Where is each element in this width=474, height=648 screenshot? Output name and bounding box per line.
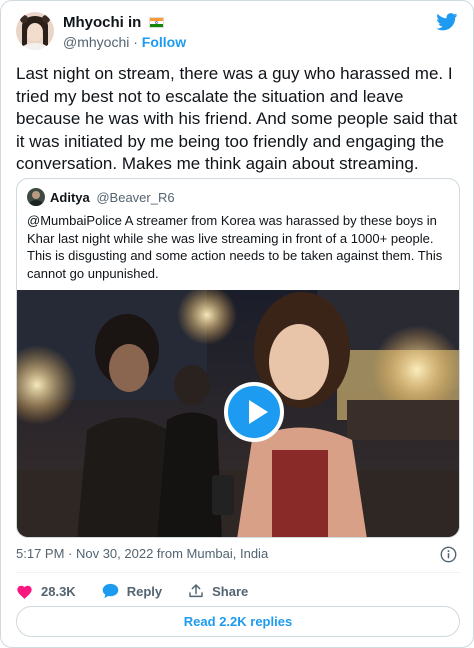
play-icon — [249, 400, 268, 424]
quoted-author-handle: @Beaver_R6 — [96, 190, 175, 205]
share-label: Share — [212, 583, 249, 599]
quoted-author-name: Aditya — [50, 190, 90, 205]
separator-dot: · — [133, 34, 138, 50]
read-replies-button[interactable]: Read 2.2K replies — [16, 606, 460, 637]
share-button[interactable]: Share — [188, 583, 248, 599]
info-icon[interactable] — [440, 546, 457, 563]
author-avatar[interactable] — [16, 12, 54, 50]
quoted-tweet-text: @MumbaiPolice A streamer from Korea was … — [27, 213, 443, 281]
divider — [16, 572, 460, 573]
quoted-author: Aditya @Beaver_R6 — [50, 190, 175, 205]
twitter-bird-icon[interactable] — [436, 13, 458, 31]
quoted-tweet[interactable]: Aditya @Beaver_R6 @MumbaiPolice A stream… — [16, 178, 460, 538]
follow-button[interactable]: Follow — [142, 34, 186, 50]
tweet-text: Last night on stream, there was a guy wh… — [16, 64, 458, 174]
like-button[interactable]: 28.3K — [16, 584, 76, 599]
india-flag-icon — [148, 17, 164, 28]
like-count: 28.3K — [41, 583, 76, 599]
author-name[interactable]: Mhyochi in — [63, 14, 164, 31]
author-name-text[interactable]: Mhyochi in — [63, 14, 141, 31]
share-icon — [189, 584, 203, 598]
play-button[interactable] — [224, 382, 284, 442]
quoted-author-avatar — [27, 188, 45, 206]
tweet-timestamp[interactable]: 5:17 PM · Nov 30, 2022 from Mumbai, Indi… — [16, 546, 268, 561]
author-handle-line: @mhyochi · Follow — [63, 34, 186, 50]
reply-label: Reply — [126, 583, 163, 599]
tweet-card: Mhyochi in @mhyochi · Follow Last night … — [0, 0, 474, 648]
video-thumbnail[interactable] — [17, 290, 459, 537]
author-handle[interactable]: @mhyochi — [63, 34, 129, 50]
heart-icon — [17, 585, 32, 599]
speech-bubble-icon — [102, 583, 118, 599]
action-bar: 28.3K Reply Share — [16, 581, 274, 601]
reply-button[interactable]: Reply — [102, 583, 162, 599]
